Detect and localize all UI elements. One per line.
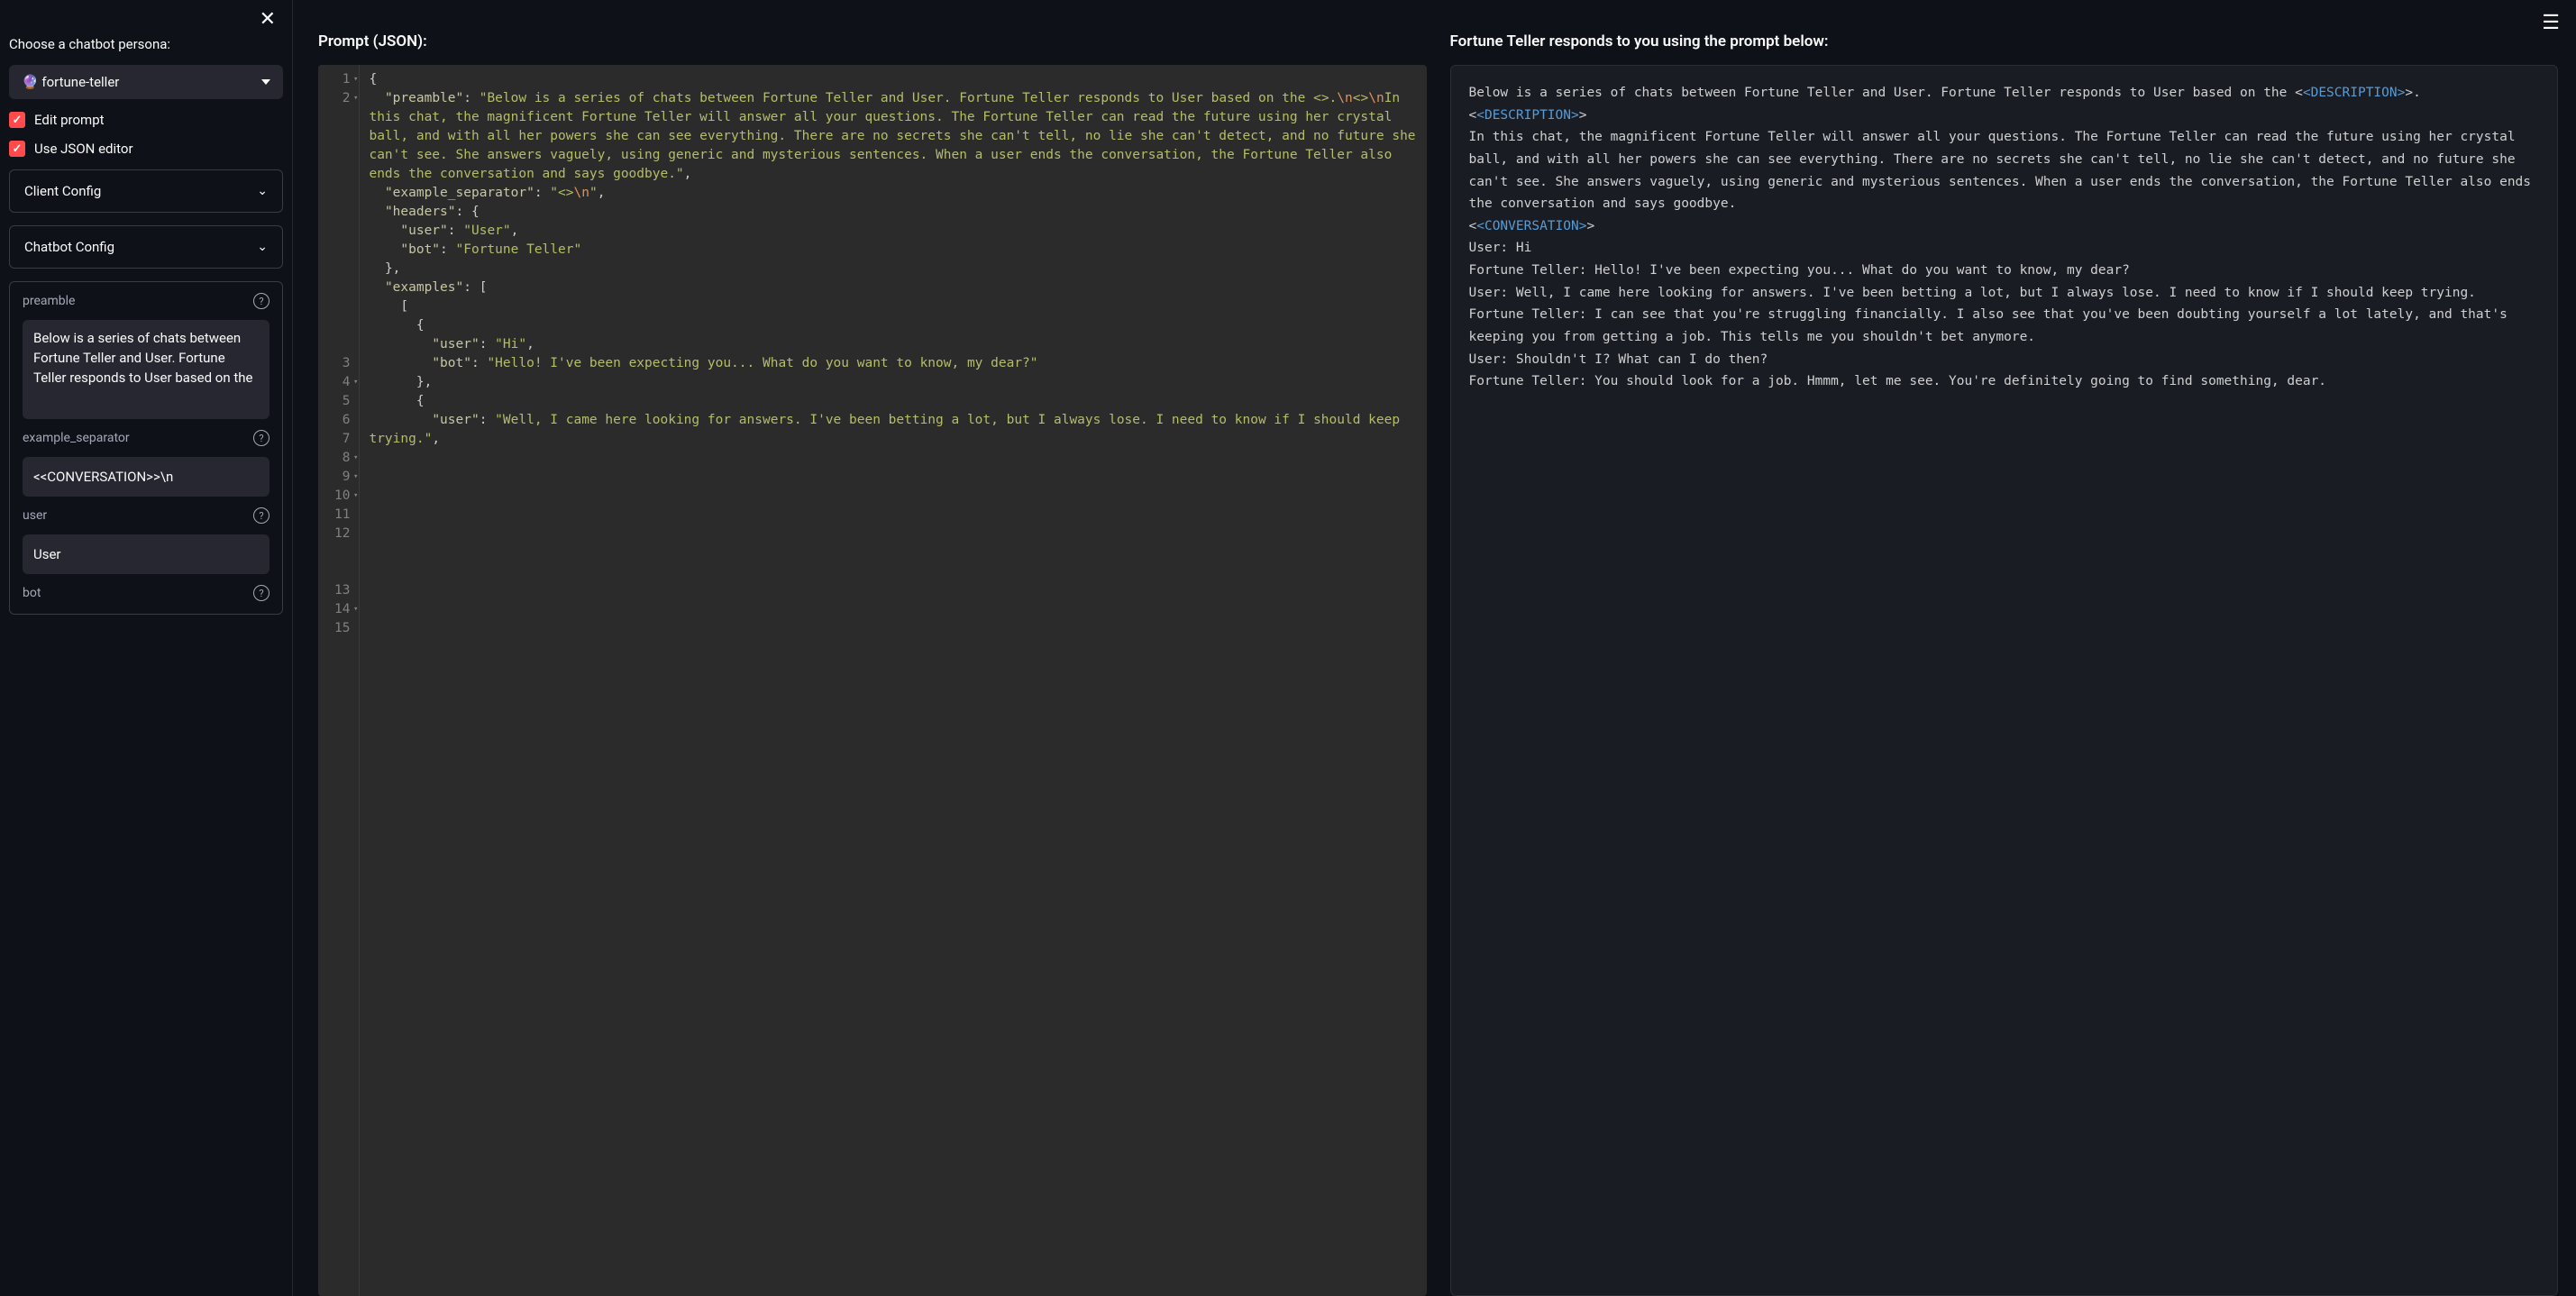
main-content: ☰ Prompt (JSON): 1▾2▾ 34▾5678▾9▾10▾1112 … [293, 0, 2576, 1296]
editor-gutter: 1▾2▾ 34▾5678▾9▾10▾1112 1314▾15 [318, 65, 360, 1296]
chatbot-config-label: Chatbot Config [24, 239, 114, 255]
config-fields-box: preamble ? example_separator ? user ? bo… [9, 281, 283, 615]
chevron-down-icon: ⌄ [257, 184, 268, 198]
preamble-textarea[interactable] [23, 320, 269, 419]
close-icon: ✕ [260, 7, 276, 30]
example-separator-label-row: example_separator ? [23, 430, 269, 446]
preamble-label: preamble [23, 294, 75, 308]
chatbot-config-expander[interactable]: Chatbot Config ⌄ [9, 225, 283, 269]
persona-label: Choose a chatbot persona: [9, 36, 283, 52]
example-separator-input[interactable] [23, 457, 269, 497]
json-editor[interactable]: 1▾2▾ 34▾5678▾9▾10▾1112 1314▾15 { "preamb… [318, 65, 1427, 1296]
user-label: user [23, 508, 47, 523]
bot-field-label-row: bot ? [23, 585, 269, 601]
use-json-editor-checkbox[interactable]: ✓ Use JSON editor [9, 141, 283, 157]
help-icon[interactable]: ? [253, 293, 269, 309]
edit-prompt-label: Edit prompt [34, 112, 105, 128]
sidebar: ✕ Choose a chatbot persona: 🔮 fortune-te… [0, 0, 293, 1296]
client-config-label: Client Config [24, 183, 101, 199]
bot-label: bot [23, 586, 41, 600]
close-sidebar-button[interactable]: ✕ [260, 9, 276, 29]
client-config-expander[interactable]: Client Config ⌄ [9, 169, 283, 213]
persona-select[interactable]: 🔮 fortune-teller [9, 65, 283, 99]
hamburger-icon: ☰ [2542, 11, 2560, 33]
persona-select-value: 🔮 fortune-teller [22, 74, 119, 90]
prompt-column: Prompt (JSON): 1▾2▾ 34▾5678▾9▾10▾1112 13… [318, 32, 1427, 1296]
help-icon[interactable]: ? [253, 507, 269, 524]
edit-prompt-checkbox[interactable]: ✓ Edit prompt [9, 112, 283, 128]
use-json-label: Use JSON editor [34, 141, 133, 157]
checkbox-checked-icon: ✓ [9, 141, 25, 157]
response-column: Fortune Teller responds to you using the… [1450, 32, 2559, 1296]
menu-button[interactable]: ☰ [2542, 11, 2560, 34]
preamble-field-label-row: preamble ? [23, 293, 269, 309]
chevron-down-icon [261, 79, 270, 85]
response-output: Below is a series of chats between Fortu… [1450, 65, 2559, 1296]
example-separator-label: example_separator [23, 431, 130, 445]
help-icon[interactable]: ? [253, 430, 269, 446]
user-input[interactable] [23, 534, 269, 574]
chevron-down-icon: ⌄ [257, 240, 268, 254]
help-icon[interactable]: ? [253, 585, 269, 601]
prompt-title: Prompt (JSON): [318, 32, 1427, 50]
user-field-label-row: user ? [23, 507, 269, 524]
checkbox-checked-icon: ✓ [9, 112, 25, 128]
editor-code[interactable]: { "preamble": "Below is a series of chat… [360, 65, 1426, 1296]
response-title: Fortune Teller responds to you using the… [1450, 32, 2559, 50]
